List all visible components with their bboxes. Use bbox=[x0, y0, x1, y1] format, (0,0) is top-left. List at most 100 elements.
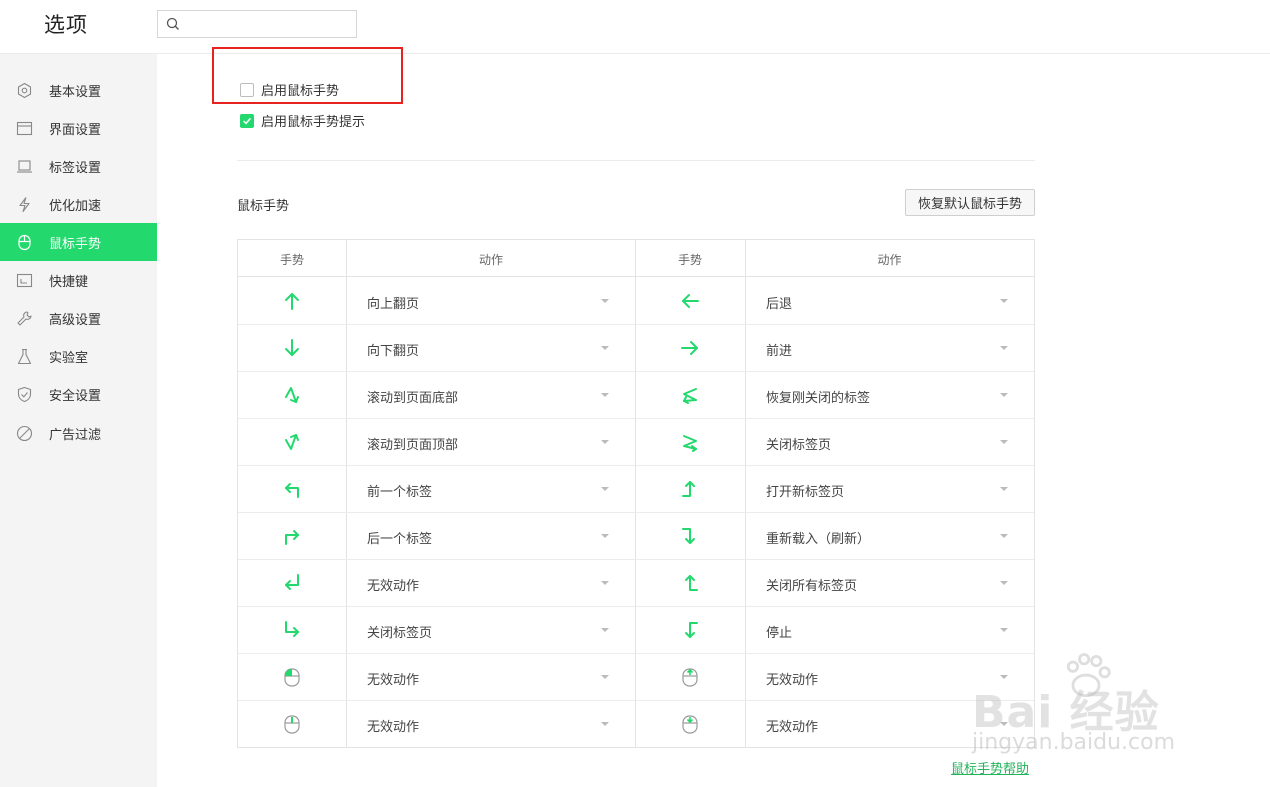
chevron-down-icon bbox=[601, 534, 609, 538]
table-row: 无效动作 关闭所有标签页 bbox=[238, 560, 1034, 607]
sidebar: 基本设置 界面设置 标签设置 优化加速 鼠标手势 快捷键 高级设置 实验室 安全… bbox=[0, 54, 157, 787]
header-action-right: 动作 bbox=[877, 253, 902, 267]
zigzag-right-icon bbox=[683, 435, 697, 452]
action-select-value: 滚动到页面顶部 bbox=[367, 438, 459, 453]
action-select[interactable]: 无效动作 bbox=[347, 560, 635, 606]
sidebar-item-mouse-gesture[interactable]: 鼠标手势 bbox=[0, 223, 157, 261]
action-select[interactable]: 打开新标签页 bbox=[746, 466, 1034, 512]
action-select[interactable]: 滚动到页面底部 bbox=[347, 372, 635, 418]
sidebar-item-interface[interactable]: 界面设置 bbox=[0, 109, 157, 147]
action-select[interactable]: 前一个标签 bbox=[347, 466, 635, 512]
sidebar-item-speed[interactable]: 优化加速 bbox=[0, 185, 157, 223]
gesture-cell bbox=[636, 607, 744, 653]
action-select[interactable]: 无效动作 bbox=[347, 654, 635, 700]
action-select[interactable]: 后退 bbox=[746, 278, 1034, 324]
action-select[interactable]: 关闭所有标签页 bbox=[746, 560, 1034, 606]
chevron-down-icon bbox=[601, 487, 609, 491]
chevron-down-icon bbox=[601, 346, 609, 350]
flask-icon bbox=[17, 348, 32, 365]
gesture-cell bbox=[636, 560, 744, 606]
sidebar-item-tabs[interactable]: 标签设置 bbox=[0, 147, 157, 185]
action-select[interactable]: 关闭标签页 bbox=[746, 419, 1034, 465]
action-select[interactable]: 向上翻页 bbox=[347, 278, 635, 324]
action-select[interactable]: 向下翻页 bbox=[347, 325, 635, 371]
chevron-down-icon bbox=[1000, 628, 1008, 632]
sidebar-item-label: 鼠标手势 bbox=[49, 237, 102, 252]
enable-gesture-hint-label: 启用鼠标手势提示 bbox=[261, 115, 366, 130]
sidebar-item-label: 标签设置 bbox=[49, 161, 102, 176]
enable-gesture-hint-option[interactable]: 启用鼠标手势提示 bbox=[240, 111, 365, 130]
zigzag-up-icon bbox=[285, 434, 299, 450]
action-select-value: 后一个标签 bbox=[367, 532, 433, 547]
action-select-value: 停止 bbox=[766, 626, 793, 641]
enable-gesture-option[interactable]: 启用鼠标手势 bbox=[240, 80, 339, 99]
reset-gestures-button[interactable]: 恢复默认鼠标手势 bbox=[905, 189, 1035, 216]
gesture-help-link[interactable]: 鼠标手势帮助 bbox=[951, 758, 1029, 777]
sidebar-item-basic[interactable]: 基本设置 bbox=[0, 71, 157, 109]
mouse-left-button-icon bbox=[284, 668, 300, 687]
sidebar-item-adblock[interactable]: 广告过滤 bbox=[0, 414, 157, 452]
action-select-value: 恢复刚关闭的标签 bbox=[766, 391, 871, 406]
action-select[interactable]: 恢复刚关闭的标签 bbox=[746, 372, 1034, 418]
action-select[interactable]: 重新载入（刷新） bbox=[746, 513, 1034, 559]
gesture-cell bbox=[238, 654, 346, 700]
table-row: 向下翻页 前进 bbox=[238, 325, 1034, 372]
gesture-cell bbox=[636, 278, 744, 324]
sidebar-item-label: 广告过滤 bbox=[49, 428, 102, 443]
gesture-cell bbox=[238, 372, 346, 418]
sidebar-item-lab[interactable]: 实验室 bbox=[0, 337, 157, 375]
tab-icon bbox=[17, 160, 32, 173]
action-select[interactable]: 前进 bbox=[746, 325, 1034, 371]
mouse-icon bbox=[18, 234, 31, 251]
sidebar-item-label: 快捷键 bbox=[49, 275, 89, 290]
gear-icon bbox=[17, 82, 32, 99]
action-select[interactable]: 关闭标签页 bbox=[347, 607, 635, 653]
zigzag-left-icon bbox=[683, 388, 697, 404]
section-title: 鼠标手势 bbox=[237, 199, 290, 214]
gesture-cell bbox=[636, 513, 744, 559]
checkmark-icon bbox=[243, 117, 252, 125]
chevron-down-icon bbox=[601, 722, 609, 726]
action-select-value: 滚动到页面底部 bbox=[367, 391, 459, 406]
action-select-value: 重新载入（刷新） bbox=[766, 532, 871, 547]
gesture-cell bbox=[636, 466, 744, 512]
sidebar-item-security[interactable]: 安全设置 bbox=[0, 375, 157, 413]
wrench-icon bbox=[17, 311, 32, 326]
left-up-icon bbox=[685, 575, 698, 591]
action-select[interactable]: 无效动作 bbox=[347, 701, 635, 747]
chevron-down-icon bbox=[1000, 581, 1008, 585]
action-select-value: 无效动作 bbox=[367, 579, 420, 594]
chevron-down-icon bbox=[601, 675, 609, 679]
action-select[interactable]: 滚动到页面顶部 bbox=[347, 419, 635, 465]
mouse-middle-button-icon bbox=[284, 715, 300, 734]
sidebar-item-shortcuts[interactable]: 快捷键 bbox=[0, 261, 157, 299]
down-left-icon bbox=[285, 574, 299, 590]
top-bar: 选项 bbox=[0, 0, 1270, 54]
gesture-cell bbox=[238, 466, 346, 512]
action-select[interactable]: 停止 bbox=[746, 607, 1034, 653]
enable-gesture-checkbox[interactable] bbox=[240, 82, 254, 97]
divider bbox=[237, 160, 1035, 161]
action-select-value: 无效动作 bbox=[367, 673, 420, 688]
sidebar-item-label: 基本设置 bbox=[49, 85, 102, 100]
header-gesture-right: 手势 bbox=[677, 253, 702, 267]
header-gesture-left: 手势 bbox=[279, 253, 304, 267]
gesture-cell bbox=[636, 419, 744, 465]
enable-gesture-hint-checkbox[interactable] bbox=[240, 113, 254, 128]
chevron-down-icon bbox=[601, 440, 609, 444]
action-select[interactable]: 后一个标签 bbox=[347, 513, 635, 559]
table-row: 无效动作 无效动作 bbox=[238, 654, 1034, 701]
chevron-down-icon bbox=[1000, 534, 1008, 538]
search-input[interactable] bbox=[186, 14, 352, 34]
table-row: 无效动作 无效动作 bbox=[238, 701, 1034, 748]
gesture-table: 手势 动作 手势 动作 向上翻页 后退 向下翻页 前进 滚动到页面底部 恢复刚关闭的标签滚… bbox=[237, 239, 1035, 748]
arrow-down-icon bbox=[285, 339, 299, 356]
action-select-value: 打开新标签页 bbox=[766, 485, 845, 500]
watermark-url: jingyan.baidu.com bbox=[972, 730, 1176, 755]
sidebar-item-advanced[interactable]: 高级设置 bbox=[0, 299, 157, 337]
search-icon bbox=[166, 17, 179, 30]
search-box[interactable] bbox=[157, 10, 357, 38]
chevron-down-icon bbox=[1000, 487, 1008, 491]
block-icon bbox=[16, 425, 33, 442]
arrow-up-icon bbox=[285, 293, 299, 310]
